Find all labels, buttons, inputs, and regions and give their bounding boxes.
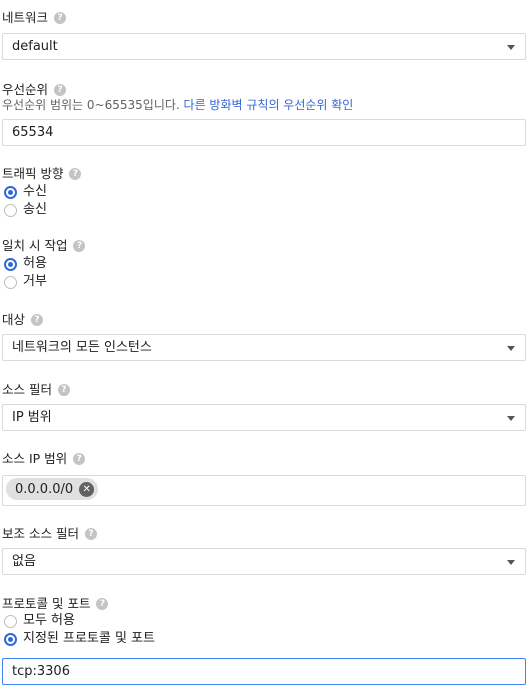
ip-range-chip: 0.0.0.0/0 ✕ xyxy=(6,478,99,500)
action-label: 일치 시 작업? xyxy=(2,238,86,254)
targets-value: 네트워크의 모든 인스턴스 xyxy=(12,340,152,355)
network-value: default xyxy=(12,39,58,54)
source-filter-select[interactable]: IP 범위 xyxy=(2,404,526,431)
protocols-ports-input[interactable]: tcp:3306 xyxy=(2,658,526,685)
radio-selected-icon[interactable] xyxy=(4,632,17,646)
help-icon[interactable]: ? xyxy=(57,384,70,396)
radio-allow-all[interactable]: 모두 허용 xyxy=(4,613,75,629)
help-icon[interactable]: ? xyxy=(54,84,67,96)
close-circle-icon[interactable]: ✕ xyxy=(79,481,95,497)
protocols-ports-value: tcp:3306 xyxy=(12,664,70,679)
radio-unselected-icon[interactable] xyxy=(4,203,17,217)
caret-down-icon xyxy=(507,45,515,50)
radio-specified-protocols[interactable]: 지정된 프로토콜 및 포트 xyxy=(4,631,155,647)
help-icon[interactable]: ? xyxy=(84,528,97,540)
source-filter-label: 소스 필터? xyxy=(2,382,70,398)
traffic-direction-label: 트래픽 방향? xyxy=(2,166,82,182)
targets-select[interactable]: 네트워크의 모든 인스턴스 xyxy=(2,334,526,361)
caret-down-icon xyxy=(507,346,515,351)
radio-unselected-icon[interactable] xyxy=(4,614,17,628)
network-select[interactable]: default xyxy=(2,33,526,60)
second-source-filter-label: 보조 소스 필터? xyxy=(2,526,97,542)
help-icon[interactable]: ? xyxy=(73,240,86,252)
protocols-label: 프로토콜 및 포트? xyxy=(2,596,109,612)
radio-unselected-icon[interactable] xyxy=(4,275,17,289)
targets-label: 대상? xyxy=(2,312,44,328)
network-label: 네트워크? xyxy=(2,10,67,26)
radio-ingress[interactable]: 수신 xyxy=(4,184,47,200)
help-icon[interactable]: ? xyxy=(31,314,44,326)
radio-selected-icon[interactable] xyxy=(4,185,17,199)
help-icon[interactable]: ? xyxy=(69,168,82,180)
priority-link[interactable]: 다른 방화벽 규칙의 우선순위 확인 xyxy=(184,98,354,112)
help-icon[interactable]: ? xyxy=(96,598,109,610)
second-source-filter-value: 없음 xyxy=(12,554,36,569)
help-icon[interactable]: ? xyxy=(73,453,86,465)
help-icon[interactable]: ? xyxy=(54,12,67,24)
radio-deny[interactable]: 거부 xyxy=(4,274,47,290)
priority-description: 우선순위 범위는 0~65535입니다. 다른 방화벽 규칙의 우선순위 확인 xyxy=(2,98,354,112)
caret-down-icon xyxy=(507,416,515,421)
caret-down-icon xyxy=(507,560,515,565)
priority-input[interactable]: 65534 xyxy=(2,119,526,146)
radio-selected-icon[interactable] xyxy=(4,257,17,271)
source-filter-value: IP 범위 xyxy=(12,410,52,425)
radio-allow[interactable]: 허용 xyxy=(4,256,47,272)
priority-label: 우선순위? xyxy=(2,82,67,98)
radio-egress[interactable]: 송신 xyxy=(4,202,47,218)
source-ip-label: 소스 IP 범위? xyxy=(2,451,86,467)
second-source-filter-select[interactable]: 없음 xyxy=(2,548,526,575)
source-ip-input[interactable]: 0.0.0.0/0 ✕ xyxy=(2,475,526,506)
priority-value: 65534 xyxy=(12,125,54,140)
